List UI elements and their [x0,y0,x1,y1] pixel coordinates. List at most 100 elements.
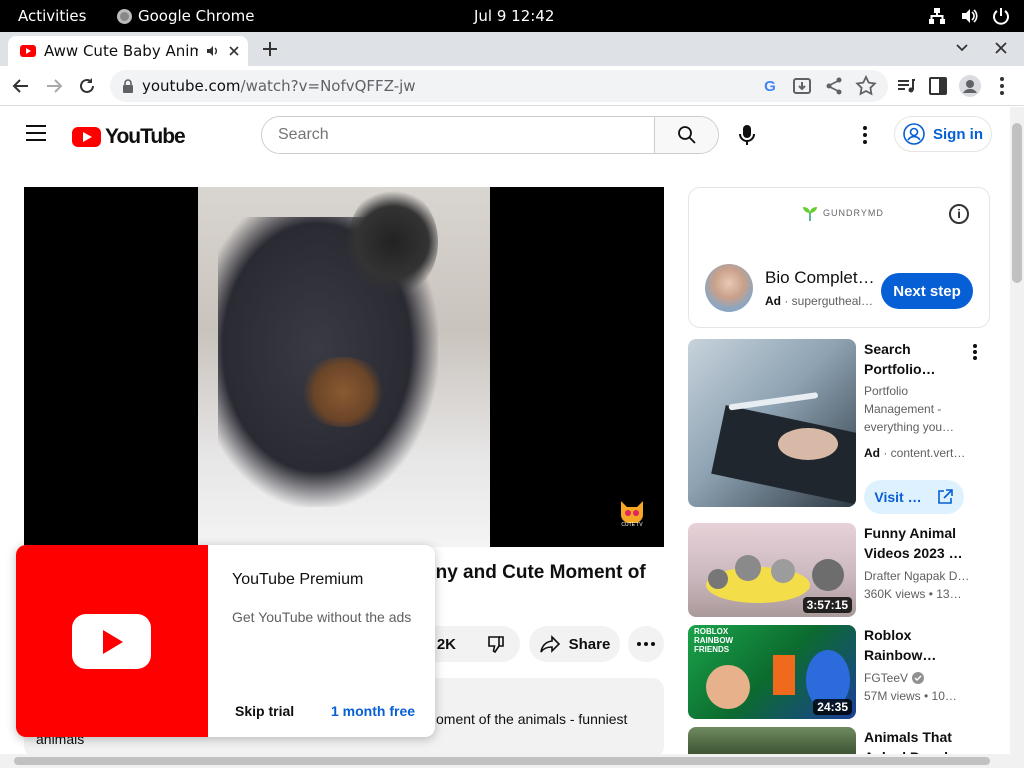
browser-tab[interactable]: Aww Cute Baby Animals [8,36,248,66]
leaf-logo-icon [803,207,817,221]
like-dislike-group: 2K [420,626,520,662]
lock-icon[interactable] [122,79,134,93]
audio-playing-icon[interactable] [206,44,220,58]
premium-promo-dialog: YouTube Premium Get YouTube without the … [16,545,435,737]
share-icon[interactable] [822,74,846,98]
verified-check-icon [912,672,925,684]
sign-in-button[interactable]: Sign in [894,116,992,152]
share-arrow-icon [539,635,560,653]
install-app-icon[interactable] [790,74,814,98]
advertiser-avatar [705,264,753,312]
video-thumbnail[interactable]: 3:57:15 [688,523,856,617]
youtube-logo[interactable]: YouTube [72,125,186,149]
tab-title: Aww Cute Baby Animals [44,42,198,60]
skip-trial-button[interactable]: Skip trial [235,703,294,719]
visit-site-button[interactable]: Visit … [864,480,964,514]
promo-banner [16,545,208,737]
ad-title[interactable]: Bio Complet… [765,268,875,288]
sidebar-item-stats: 57M views • 10… [864,689,957,703]
promo-title: YouTube Premium [232,571,364,588]
channel-watermark[interactable]: CUTE TV [618,499,646,529]
share-button[interactable]: Share [529,626,620,662]
app-menu[interactable]: Google Chrome [117,7,255,25]
video-thumbnail[interactable]: ROBLOX RAINBOW FRIENDS 24:35 [688,625,856,719]
reload-icon[interactable] [78,77,96,95]
sign-in-label: Sign in [933,125,983,143]
sidebar-item-stats: 360K views • 13… [864,587,962,601]
external-link-icon [937,489,953,504]
ad-card[interactable]: GUNDRYMD i Bio Complet… Ad · superguthea… [688,187,990,328]
system-tray[interactable] [928,7,1010,25]
url-host: youtube.com [142,77,241,95]
search-input[interactable] [262,117,654,153]
ad-meta: Ad · supergutheal… [765,294,874,308]
window-close-icon[interactable] [995,42,1007,54]
promo-subtitle: Get YouTube without the ads [232,609,412,625]
search-box [261,116,719,154]
more-actions-button[interactable] [628,626,664,662]
sidebar-item-menu-icon[interactable] [968,342,982,362]
sidebar-ad-meta: Ad · content.vert… [864,446,966,460]
laptop-hand-illustration [711,392,856,505]
watermark-text: CUTE TV [621,522,643,528]
video-duration: 3:57:15 [802,597,852,613]
youtube-wordmark: YouTube [105,125,186,148]
media-controls-icon[interactable] [894,74,918,98]
scrollbar-thumb[interactable] [14,757,990,765]
vertical-scrollbar[interactable] [1010,107,1024,768]
sidebar-item-channel[interactable]: Drafter Ngapak D… [864,567,974,585]
hamburger-menu-icon[interactable] [26,125,46,141]
dislike-icon[interactable] [486,634,506,654]
cat-face-logo-icon [621,501,643,524]
tab-search-chevron-down-icon[interactable] [956,43,968,53]
dog-tan-patch [298,357,388,427]
browser-toolbar: youtube.com/watch?v=NofvQFFZ-jw G [0,66,1024,106]
volume-icon [962,9,978,23]
sidebar-item-title[interactable]: Roblox Rainbow… [864,625,974,665]
description-text: oment of the animals - funniest [436,711,628,727]
horizontal-scrollbar[interactable] [0,754,1010,768]
url-path: /watch?v=NofvQFFZ-jw [240,77,416,95]
scrollbar-thumb[interactable] [1012,123,1022,283]
chrome-icon [117,8,132,24]
sidebar-item-title[interactable]: Funny Animal Videos 2023 … [864,523,974,563]
clock[interactable]: Jul 9 12:42 [474,7,554,25]
bookmark-star-icon[interactable] [854,74,878,98]
google-lens-icon[interactable]: G [758,74,782,98]
search-icon [677,126,696,144]
sidebar-item-channel[interactable]: FGTeeV [864,669,974,687]
more-horizontal-icon [637,642,655,646]
video-frame [198,187,490,547]
advertiser-brand: GUNDRYMD [823,208,884,218]
thumbnail-text: ROBLOX RAINBOW FRIENDS [694,627,734,654]
chrome-menu-icon[interactable] [990,74,1014,98]
like-count[interactable]: 2K [437,636,456,653]
ad-info-icon[interactable]: i [949,204,969,224]
youtube-header: YouTube Sign in [0,107,1010,163]
new-tab-icon[interactable] [262,41,278,57]
tab-close-icon[interactable] [228,45,240,57]
ad-thumbnail[interactable] [688,339,856,507]
settings-more-icon[interactable] [861,125,869,145]
os-top-bar: Activities Google Chrome Jul 9 12:42 [0,0,1024,32]
tab-strip: Aww Cute Baby Animals [0,32,1024,66]
video-player[interactable]: CUTE TV [24,187,664,547]
youtube-play-large-icon [72,614,151,669]
ad-badge: Ad [765,294,781,308]
forward-icon[interactable] [45,77,63,95]
free-trial-button[interactable]: 1 month free [331,703,415,719]
visit-label: Visit … [874,489,922,505]
sidebar-item-description: Portfolio Management - everything you… [864,384,955,434]
sidebar-item-title[interactable]: Search Portfolio… [864,339,974,379]
next-step-button[interactable]: Next step [881,273,973,309]
search-button[interactable] [654,117,718,153]
power-icon [993,8,1009,25]
video-duration: 24:35 [813,699,852,715]
youtube-play-logo-icon [72,127,101,147]
profile-avatar-icon[interactable] [958,74,982,98]
activities-button[interactable]: Activities [18,7,86,25]
back-icon[interactable] [12,77,30,95]
video-thumbnail[interactable] [688,727,856,754]
microphone-icon[interactable] [738,124,756,146]
side-panel-icon[interactable] [926,74,950,98]
